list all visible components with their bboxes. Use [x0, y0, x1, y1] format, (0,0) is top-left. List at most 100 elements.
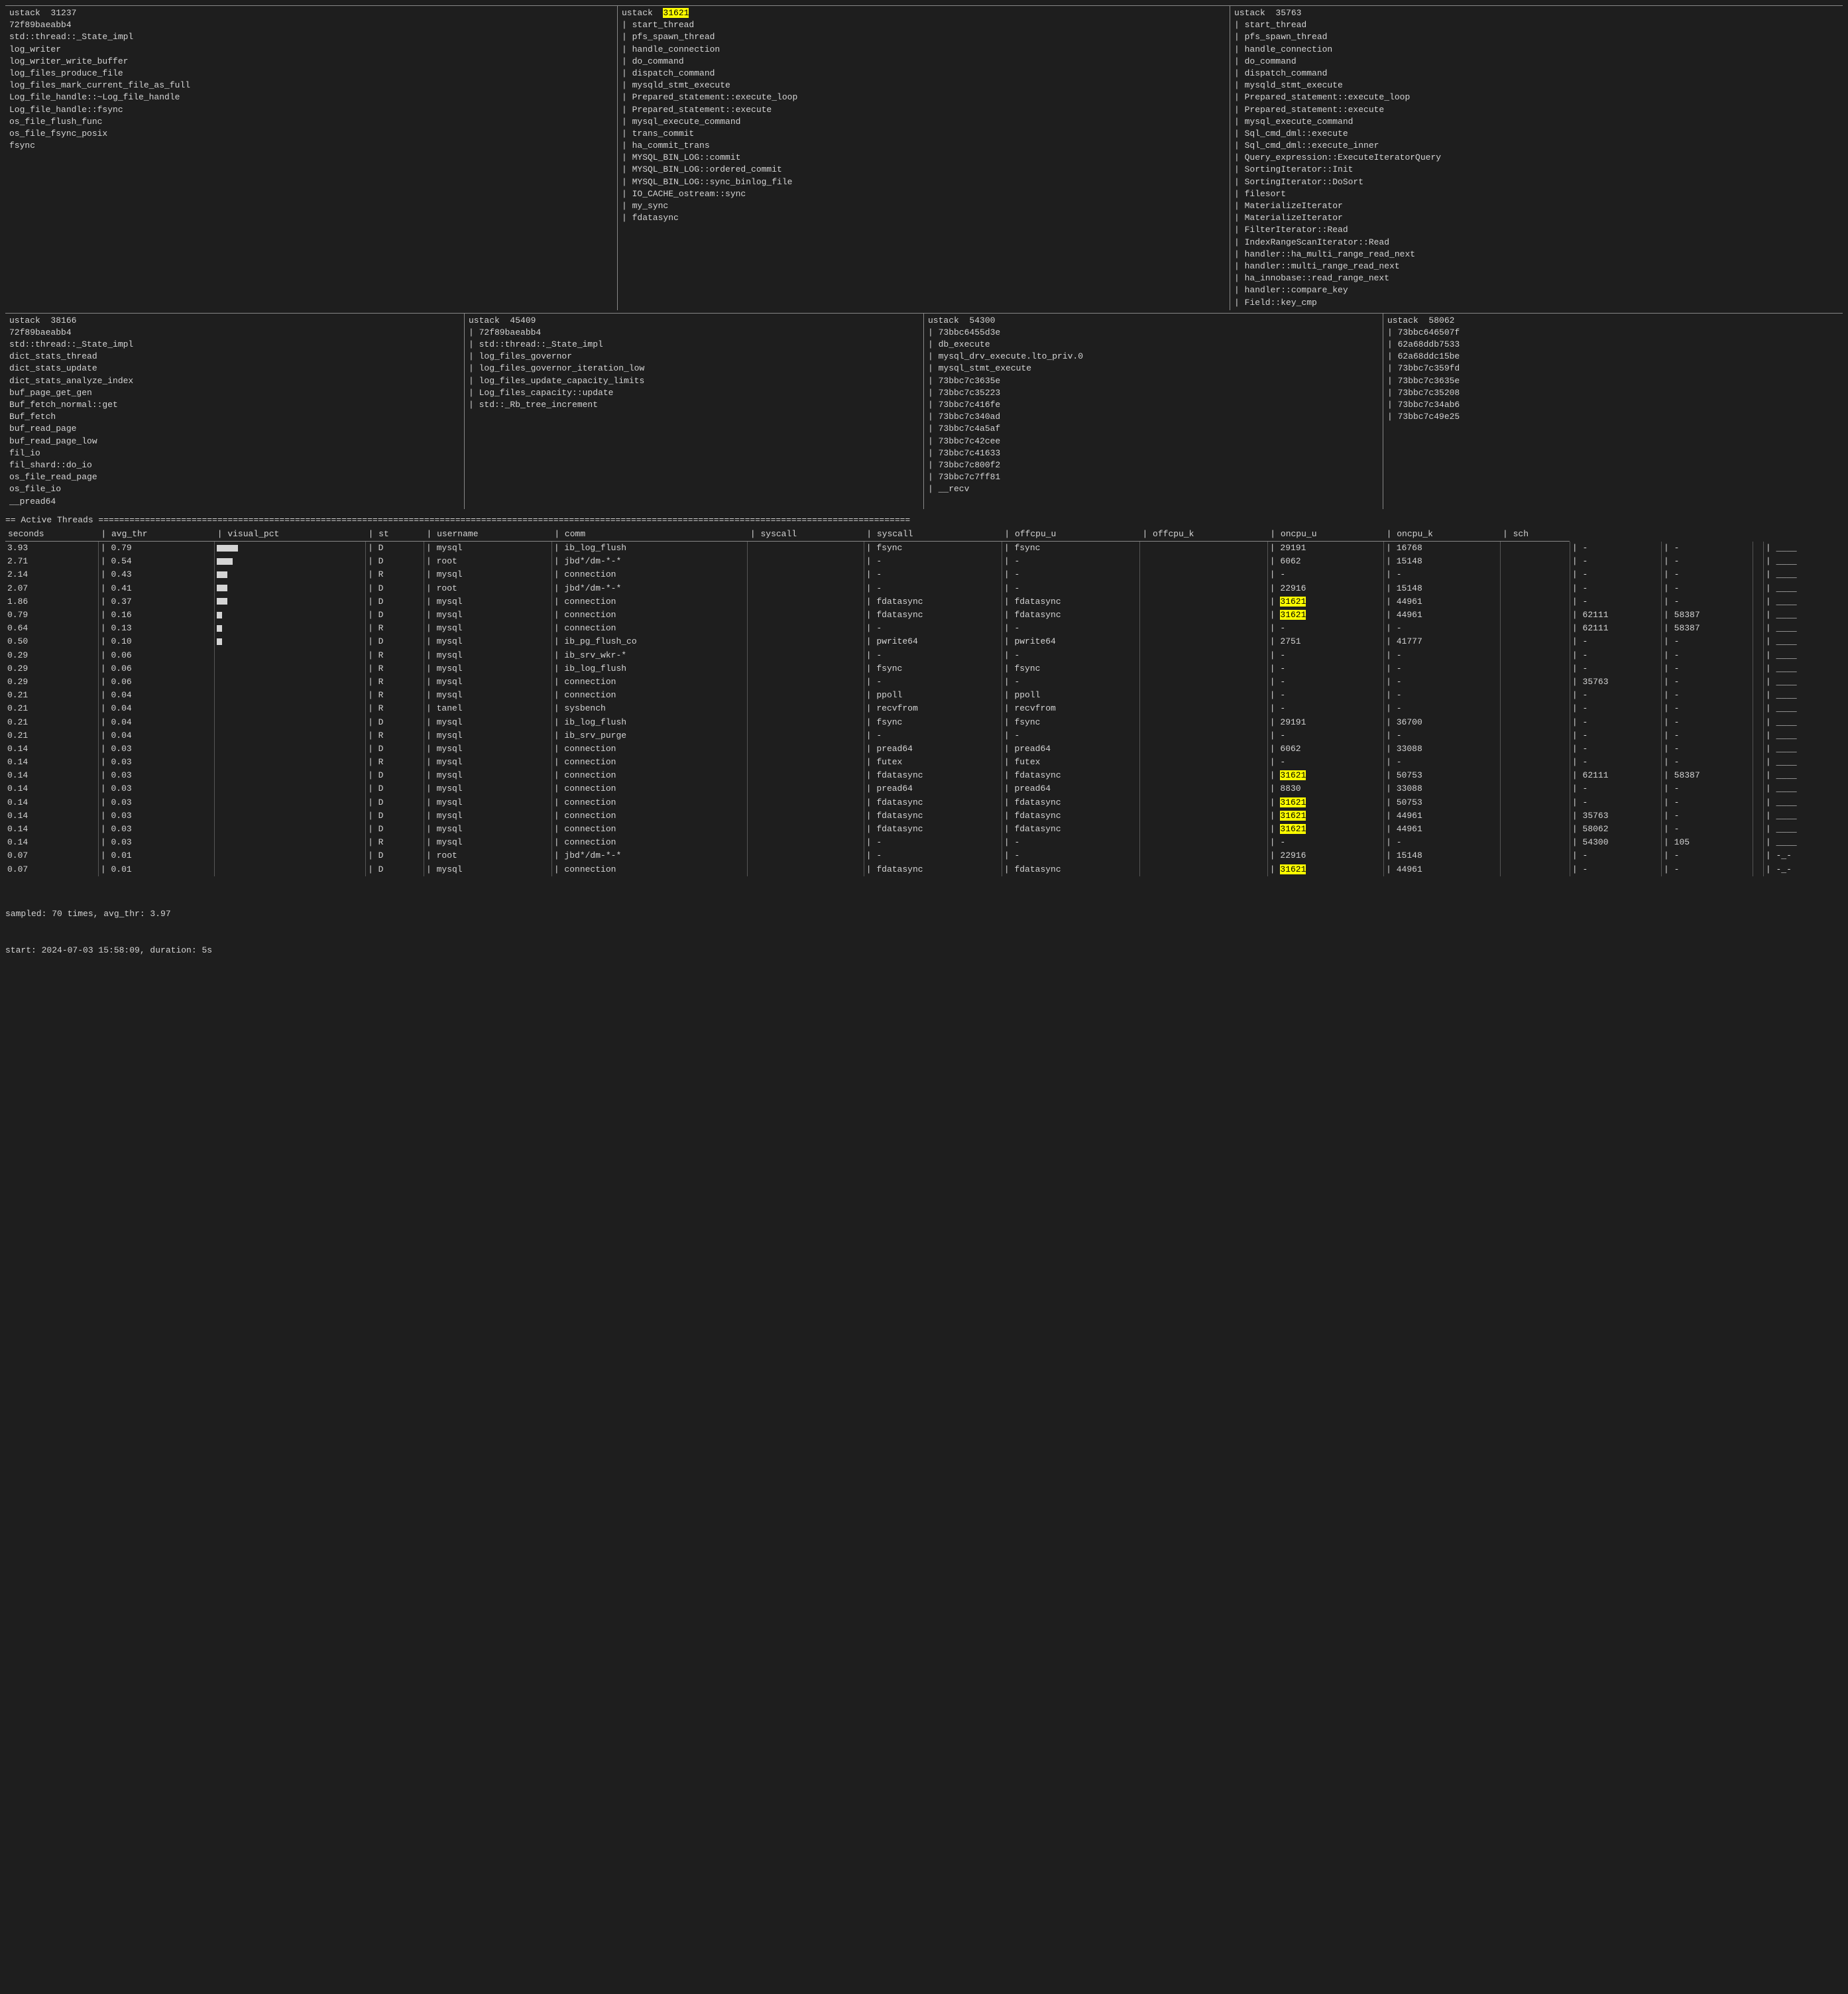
cell-sep2: [1139, 809, 1267, 823]
stack-line-item: fil_io: [9, 447, 460, 459]
cell-st: | R: [366, 622, 424, 635]
cell-syscall1: | -: [864, 568, 1002, 581]
stack-line-item: fil_shard::do_io: [9, 459, 460, 471]
stack-line-item: log_writer: [9, 44, 613, 56]
cell-bar: [215, 849, 366, 862]
cell-sch: | -_-: [1763, 849, 1843, 862]
cell-avg-thr: | 0.16: [98, 609, 214, 622]
cell-offcpu-u: | -: [1267, 702, 1383, 715]
stack-line-item: | log_files_update_capacity_limits: [469, 375, 919, 387]
stack-line-item: Buf_fetch: [9, 411, 460, 423]
stack-line-item: | pfs_spawn_thread: [622, 31, 1226, 43]
stack-header: ustack 38166: [9, 315, 460, 327]
cell-sep4: [1753, 609, 1764, 622]
cell-bar: [215, 555, 366, 568]
cell-sch: | ____: [1763, 809, 1843, 823]
cell-sep3: [1500, 849, 1570, 862]
cell-sep3: [1500, 756, 1570, 769]
threads-table-header: seconds| avg_thr| visual_pct| st| userna…: [5, 528, 1843, 542]
stack-line-item: os_file_flush_func: [9, 116, 613, 128]
col-header-comm: | comm: [551, 528, 748, 542]
cell-bar: [215, 635, 366, 648]
table-row: 0.29| 0.06| R| mysql| ib_log_flush| fsyn…: [5, 662, 1843, 675]
cell-syscall1: | fdatasync: [864, 809, 1002, 823]
cell-sch: | ____: [1763, 542, 1843, 555]
stack-line-item: | Sql_cmd_dml::execute: [1234, 128, 1839, 140]
cell-oncpu-k: | -: [1662, 809, 1753, 823]
cell-syscall1: | -: [864, 582, 1002, 595]
cell-username: | mysql: [424, 609, 551, 622]
stack-line-item: | 72f89baeabb4: [469, 327, 919, 339]
table-row: 0.14| 0.03| R| mysql| connection| futex|…: [5, 756, 1843, 769]
cell-st: | D: [366, 609, 424, 622]
stack-line-item: Log_file_handle::fsync: [9, 104, 613, 116]
cell-syscall2: | futex: [1002, 756, 1139, 769]
cell-offcpu-k: | 44961: [1384, 609, 1500, 622]
cell-offcpu-u: | -: [1267, 662, 1383, 675]
cell-sep2: [1139, 716, 1267, 729]
stack-line-item: log_writer_write_buffer: [9, 56, 613, 68]
stack-line-item: | 73bbc7c3635e: [1387, 375, 1839, 387]
col-header-avg_thr: | avg_thr: [98, 528, 214, 542]
cell-offcpu-u: | 29191: [1267, 542, 1383, 555]
stack-col-ustack_35763: ustack 35763| start_thread| pfs_spawn_th…: [1230, 6, 1843, 310]
cell-bar: [215, 689, 366, 702]
cell-oncpu-u: | -: [1570, 702, 1661, 715]
cell-username: | mysql: [424, 662, 551, 675]
cell-sep4: [1753, 849, 1764, 862]
cell-offcpu-k: | 44961: [1384, 595, 1500, 609]
stacks-bottom-section: ustack 3816672f89baeabb4std::thread::_St…: [5, 313, 1843, 509]
cell-oncpu-k: | -: [1662, 823, 1753, 836]
cell-oncpu-u: | -: [1570, 796, 1661, 809]
footer-info: sampled: 70 times, avg_thr: 3.97 start: …: [5, 884, 1843, 981]
stack-header: ustack 54300: [928, 315, 1379, 327]
cell-avg-thr: | 0.79: [98, 542, 214, 555]
cell-offcpu-u: | -: [1267, 622, 1383, 635]
cell-bar: [215, 702, 366, 715]
cell-comm: | jbd*/dm-*-*: [551, 849, 748, 862]
cell-sep2: [1139, 542, 1267, 555]
cell-avg-thr: | 0.03: [98, 769, 214, 782]
cell-sep3: [1500, 555, 1570, 568]
cell-sep3: [1500, 729, 1570, 742]
stack-line-item: std::thread::_State_impl: [9, 339, 460, 351]
cell-offcpu-k: | -: [1384, 662, 1500, 675]
table-row: 2.71| 0.54| D| root| jbd*/dm-*-*| -| -| …: [5, 555, 1843, 568]
cell-offcpu-u: | 22916: [1267, 849, 1383, 862]
stack-line-item: | 73bbc7c34ab6: [1387, 399, 1839, 411]
cell-offcpu-k: | 44961: [1384, 863, 1500, 876]
cell-st: | R: [366, 675, 424, 689]
cell-sep4: [1753, 729, 1764, 742]
cell-sep4: [1753, 756, 1764, 769]
cell-sep3: [1500, 635, 1570, 648]
stack-line-item: | SortingIterator::DoSort: [1234, 176, 1839, 188]
highlight-value: 31621: [1280, 864, 1306, 874]
cell-sep2: [1139, 796, 1267, 809]
col-header-oncpu_u: | oncpu_u: [1267, 528, 1383, 542]
cell-sch: | ____: [1763, 729, 1843, 742]
cell-syscall2: | -: [1002, 836, 1139, 849]
bar-visual: [217, 598, 227, 605]
cell-oncpu-u: | -: [1570, 555, 1661, 568]
cell-comm: | connection: [551, 595, 748, 609]
cell-sep4: [1753, 635, 1764, 648]
bar-visual: [217, 638, 222, 645]
stack-header: ustack 31237: [9, 7, 613, 19]
cell-username: | mysql: [424, 796, 551, 809]
cell-comm: | connection: [551, 689, 748, 702]
cell-seconds: 0.14: [5, 756, 98, 769]
cell-syscall2: | fdatasync: [1002, 769, 1139, 782]
cell-comm: | jbd*/dm-*-*: [551, 582, 748, 595]
cell-sep: [748, 716, 864, 729]
cell-sep: [748, 729, 864, 742]
stack-line-item: | mysql_execute_command: [622, 116, 1226, 128]
threads-table-container: seconds| avg_thr| visual_pct| st| userna…: [5, 528, 1843, 876]
cell-seconds: 0.14: [5, 782, 98, 795]
cell-syscall2: | pwrite64: [1002, 635, 1139, 648]
highlight-ustack-id: 31621: [663, 8, 689, 18]
cell-oncpu-u: | 58062: [1570, 823, 1661, 836]
cell-syscall1: | futex: [864, 756, 1002, 769]
cell-comm: | connection: [551, 568, 748, 581]
cell-syscall2: | -: [1002, 568, 1139, 581]
cell-username: | mysql: [424, 675, 551, 689]
